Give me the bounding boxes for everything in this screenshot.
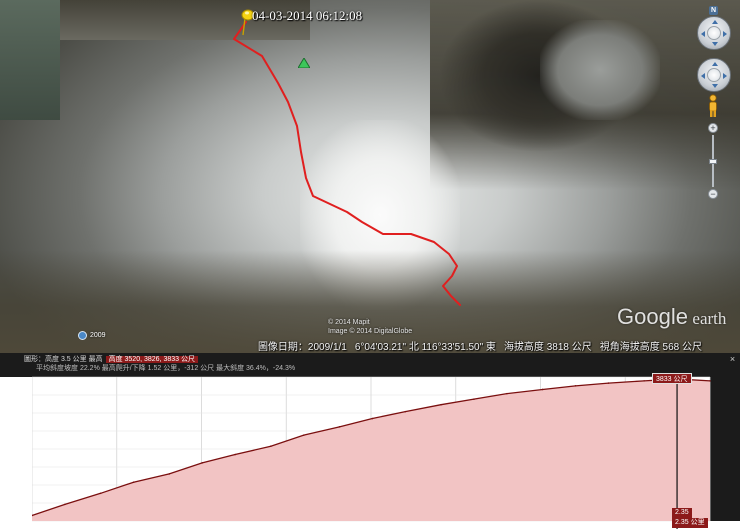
coordinates-readout: 6°04'03.21" 北 116°33'51.50" 東: [354, 342, 496, 353]
elevation-data-point: [64, 503, 66, 506]
close-profile-button[interactable]: ×: [728, 355, 737, 364]
cursor-elevation-badge: 3833 公尺: [652, 373, 692, 384]
move-hand-icon: [707, 68, 721, 82]
navigation-controls: N + −: [696, 6, 734, 206]
zoom-in-button[interactable]: +: [708, 123, 718, 133]
elevation-data-point: [168, 473, 171, 475]
zoom-out-button[interactable]: −: [708, 189, 718, 199]
elevation-data-point: [338, 426, 341, 428]
gps-track-path[interactable]: [233, 21, 461, 306]
look-left-arrow-icon[interactable]: [701, 31, 705, 37]
elevation-data-point: [607, 382, 610, 384]
zoom-slider-handle[interactable]: [709, 159, 717, 164]
elevation-data-point: [643, 380, 645, 382]
imagery-date-readout: 圖像日期：2009/1/1: [257, 342, 347, 353]
track-timestamp-label: 04-03-2014 06:12:08: [252, 8, 363, 23]
elevation-chart-svg[interactable]: [0, 373, 740, 529]
elevation-data-point: [132, 481, 135, 484]
move-right-arrow-icon[interactable]: [723, 73, 727, 79]
look-down-arrow-icon[interactable]: [712, 42, 718, 46]
cursor-distance-badge: 2.35 公里: [672, 518, 708, 528]
look-eye-icon: [707, 26, 721, 40]
profile-summary-text: 圖形：高度 3.5 公里 最高: [24, 356, 103, 363]
imagery-credit-line: © 2014 Mapit: [328, 319, 370, 326]
elevation-readout: 海拔高度 3818 公尺: [503, 342, 592, 353]
look-up-arrow-icon[interactable]: [712, 20, 718, 24]
move-down-arrow-icon[interactable]: [712, 84, 718, 88]
north-up-button[interactable]: N: [709, 6, 719, 15]
elevation-data-point: [302, 434, 305, 436]
move-left-arrow-icon[interactable]: [701, 73, 705, 79]
elevation-data-point: [270, 445, 272, 448]
cursor-distance-badge: 2.35: [672, 508, 692, 518]
profile-header: 圖形：高度 3.5 公里 最高 高度 3520, 3826, 3833 公尺 平均…: [0, 353, 740, 373]
elevation-data-point: [440, 403, 442, 406]
pegman-icon[interactable]: [706, 94, 720, 118]
status-bar: 圖像日期：2009/1/1 6°04'03.21" 北 116°33'51.50…: [0, 338, 740, 353]
elevation-data-point: [371, 417, 374, 420]
elevation-data-point: [506, 392, 508, 395]
elevation-data-point: [574, 385, 577, 387]
elevation-data-point: [473, 398, 475, 400]
move-joystick[interactable]: [697, 58, 731, 92]
elevation-data-point: [201, 462, 203, 464]
map-view[interactable]: 04-03-2014 06:12:08 © 2014 Mapit Image ©…: [0, 0, 740, 353]
look-joystick[interactable]: [697, 16, 731, 50]
move-up-arrow-icon[interactable]: [712, 62, 718, 66]
chart-y-axis-strip: [0, 377, 32, 521]
elevation-data-point: [99, 492, 102, 495]
profile-stats-line: 平均斜度坡度 22.2% 最高爬升/下降 1.52 公里，-312 公尺 最大斜…: [36, 365, 296, 372]
elevation-data-point: [404, 410, 407, 413]
profile-summary-highlight: 高度 3520, 3826, 3833 公尺: [105, 356, 198, 363]
elevation-data-point: [541, 388, 544, 391]
zoom-slider[interactable]: + −: [708, 123, 718, 199]
eye-altitude-readout: 視角海拔高度 568 公尺: [599, 342, 702, 353]
imagery-credit: © 2014 Mapit Image © 2014 DigitalGlobe: [328, 318, 412, 336]
elevation-data-point: [234, 453, 236, 456]
peak-marker-icon[interactable]: [298, 58, 310, 68]
gps-track-layer: [233, 21, 461, 306]
chart-x-axis-strip: [0, 521, 740, 529]
elevation-data-point: [709, 380, 711, 382]
logo-word-earth: earth: [692, 309, 727, 328]
look-right-arrow-icon[interactable]: [723, 31, 727, 37]
elevation-chart[interactable]: [0, 373, 740, 529]
imagery-credit-line: Image © 2014 DigitalGlobe: [328, 328, 413, 335]
logo-word-google: Google: [617, 304, 688, 329]
google-earth-logo: Google earth: [617, 304, 726, 330]
elevation-profile-panel: 圖形：高度 3.5 公里 最高 高度 3520, 3826, 3833 公尺 平均…: [0, 353, 740, 529]
